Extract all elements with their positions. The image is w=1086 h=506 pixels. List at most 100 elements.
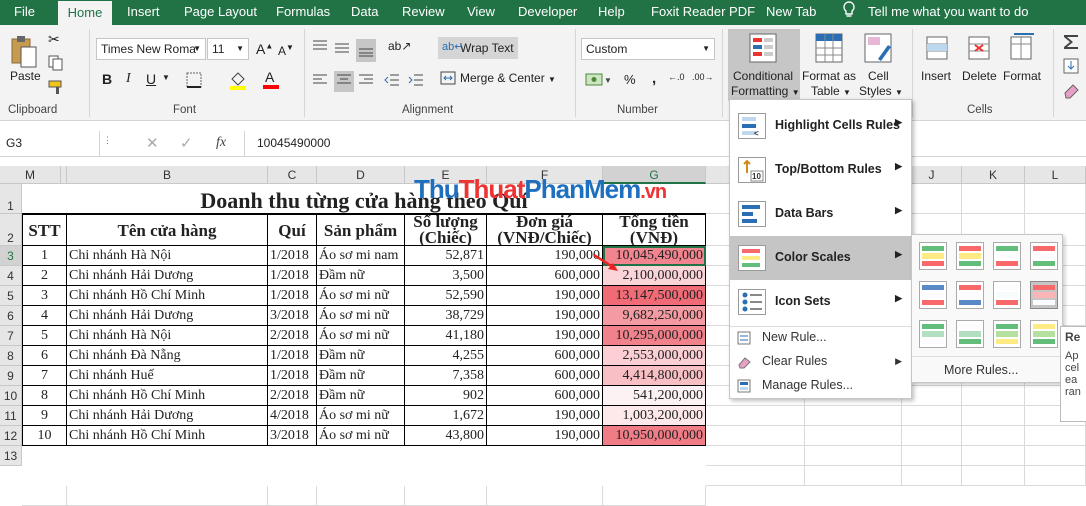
align-right-icon[interactable] bbox=[358, 73, 374, 90]
table-cell[interactable]: 2/2018 bbox=[268, 386, 317, 406]
table-cell[interactable]: Đầm nữ bbox=[317, 366, 405, 386]
column-header-k[interactable]: K bbox=[962, 166, 1025, 184]
row-header-8[interactable]: 8 bbox=[0, 346, 22, 366]
cell-styles-icon[interactable] bbox=[864, 33, 892, 66]
table-cell[interactable]: 4/2018 bbox=[268, 406, 317, 426]
grid-cell[interactable] bbox=[962, 406, 1025, 426]
grid-cell[interactable] bbox=[962, 466, 1025, 486]
tab-developer[interactable]: Developer bbox=[518, 0, 577, 25]
table-cell[interactable]: 600,000 bbox=[487, 346, 603, 366]
table-cell[interactable]: 1/2018 bbox=[268, 366, 317, 386]
insert-cells-icon[interactable] bbox=[924, 33, 950, 66]
grid-cell[interactable] bbox=[268, 486, 317, 506]
table-cell[interactable]: 10 bbox=[22, 426, 67, 446]
table-cell[interactable]: 2 bbox=[22, 266, 67, 286]
font-color-icon[interactable]: A bbox=[262, 69, 280, 92]
tab-foxit-reader-pdf[interactable]: Foxit Reader PDF bbox=[651, 0, 755, 25]
delete-cells-icon[interactable] bbox=[966, 33, 992, 66]
table-cell[interactable]: Chi nhánh Hồ Chí Minh bbox=[67, 426, 268, 446]
column-header-b[interactable]: B bbox=[67, 166, 268, 184]
grid-cell[interactable] bbox=[962, 426, 1025, 446]
autosum-icon[interactable] bbox=[1062, 33, 1082, 54]
table-cell[interactable]: Chi nhánh Hà Nội bbox=[67, 246, 268, 266]
comma-style-icon[interactable]: , bbox=[652, 70, 656, 87]
table-cell[interactable]: 5 bbox=[22, 326, 67, 346]
table-cell[interactable]: Áo sơ mi nữ bbox=[317, 406, 405, 426]
table-cell[interactable]: 1/2018 bbox=[268, 286, 317, 306]
menu-item-data-bars[interactable]: Data Bars ▶ bbox=[730, 192, 911, 236]
row-header-13[interactable]: 13 bbox=[0, 446, 22, 466]
grid-cell[interactable] bbox=[317, 486, 405, 506]
table-cell[interactable]: Chi nhánh Hải Dương bbox=[67, 266, 268, 286]
table-cell[interactable]: Áo sơ mi nữ bbox=[317, 326, 405, 346]
menu-item-clear-rules[interactable]: Clear Rules ▶ bbox=[730, 350, 911, 374]
table-cell[interactable]: 43,800 bbox=[405, 426, 487, 446]
color-scale-option[interactable] bbox=[1030, 281, 1058, 309]
table-cell[interactable]: 41,180 bbox=[405, 326, 487, 346]
table-cell[interactable]: 190,000 bbox=[487, 286, 603, 306]
table-cell[interactable]: 1/2018 bbox=[268, 266, 317, 286]
table-cell[interactable]: 1,003,200,000 bbox=[603, 406, 706, 426]
table-cell[interactable]: 190,000 bbox=[487, 326, 603, 346]
bold-button[interactable]: B bbox=[102, 71, 112, 87]
percent-icon[interactable]: % bbox=[624, 72, 636, 87]
row-header-7[interactable]: 7 bbox=[0, 326, 22, 346]
row-header-1[interactable]: 1 bbox=[0, 184, 22, 214]
table-cell[interactable]: 3,500 bbox=[405, 266, 487, 286]
grid-cell[interactable] bbox=[1025, 426, 1086, 446]
currency-icon[interactable]: ▼ bbox=[585, 71, 612, 92]
table-cell[interactable]: Áo sơ mi nữ bbox=[317, 286, 405, 306]
table-cell[interactable]: 2/2018 bbox=[268, 326, 317, 346]
color-scale-option[interactable] bbox=[993, 320, 1021, 348]
clear-icon[interactable] bbox=[1062, 81, 1082, 102]
grid-cell[interactable] bbox=[902, 426, 962, 446]
grid-cell[interactable] bbox=[1025, 466, 1086, 486]
copy-icon[interactable] bbox=[48, 55, 64, 74]
grid-cell[interactable] bbox=[67, 486, 268, 506]
menu-item-highlight-cells-rules[interactable]: < Highlight Cells Rules ▶ bbox=[730, 104, 911, 148]
cut-icon[interactable]: ✂ bbox=[48, 31, 60, 48]
decrease-indent-icon[interactable] bbox=[384, 73, 400, 90]
color-scale-option[interactable] bbox=[956, 320, 984, 348]
color-scale-option[interactable] bbox=[919, 281, 947, 309]
color-scale-option[interactable] bbox=[993, 242, 1021, 270]
paste-button[interactable]: Paste bbox=[10, 69, 41, 83]
menu-item-color-scales[interactable]: Color Scales ▶ bbox=[730, 236, 911, 280]
column-header-d[interactable]: D bbox=[317, 166, 405, 184]
table-cell[interactable]: 7,358 bbox=[405, 366, 487, 386]
grid-cell[interactable] bbox=[805, 466, 902, 486]
tab-data[interactable]: Data bbox=[351, 0, 378, 25]
chevron-down-icon[interactable]: ▼ bbox=[162, 73, 170, 82]
font-size-select[interactable]: 11 ▼ bbox=[207, 38, 249, 60]
row-header-5[interactable]: 5 bbox=[0, 286, 22, 306]
grid-cell[interactable] bbox=[706, 446, 805, 466]
format-painter-icon[interactable] bbox=[48, 79, 66, 98]
menu-item-top-bottom-rules[interactable]: 10 Top/Bottom Rules ▶ bbox=[730, 148, 911, 192]
row-header-4[interactable]: 4 bbox=[0, 266, 22, 286]
format-button[interactable]: Format bbox=[1003, 69, 1041, 83]
tab-formulas[interactable]: Formulas bbox=[276, 0, 330, 25]
format-as-table-button[interactable]: Format as bbox=[802, 69, 856, 83]
fill-icon[interactable] bbox=[1062, 57, 1082, 78]
color-scale-option[interactable] bbox=[919, 242, 947, 270]
name-box[interactable]: G3 bbox=[0, 131, 100, 156]
decrease-font-icon[interactable]: A▼ bbox=[278, 43, 294, 58]
column-header-l[interactable]: L bbox=[1025, 166, 1086, 184]
table-cell[interactable]: 52,590 bbox=[405, 286, 487, 306]
table-cell[interactable]: 190,000 bbox=[487, 246, 603, 266]
align-middle-icon[interactable] bbox=[334, 39, 350, 58]
grid-cell[interactable] bbox=[902, 446, 962, 466]
table-cell[interactable]: 6 bbox=[22, 346, 67, 366]
tab-view[interactable]: View bbox=[467, 0, 495, 25]
menu-item-icon-sets[interactable]: Icon Sets ▶ bbox=[730, 280, 911, 324]
table-cell[interactable]: 1,672 bbox=[405, 406, 487, 426]
table-cell[interactable]: 9 bbox=[22, 406, 67, 426]
grid-cell[interactable] bbox=[902, 466, 962, 486]
table-cell[interactable]: 10,950,000,000 bbox=[603, 426, 706, 446]
align-top-icon[interactable] bbox=[312, 39, 328, 58]
tab-help[interactable]: Help bbox=[598, 0, 625, 25]
table-cell[interactable]: Chi nhánh Hải Dương bbox=[67, 406, 268, 426]
table-cell[interactable]: 1 bbox=[22, 246, 67, 266]
table-cell[interactable]: Áo sơ mi nữ bbox=[317, 426, 405, 446]
grid-cell[interactable] bbox=[22, 486, 67, 506]
